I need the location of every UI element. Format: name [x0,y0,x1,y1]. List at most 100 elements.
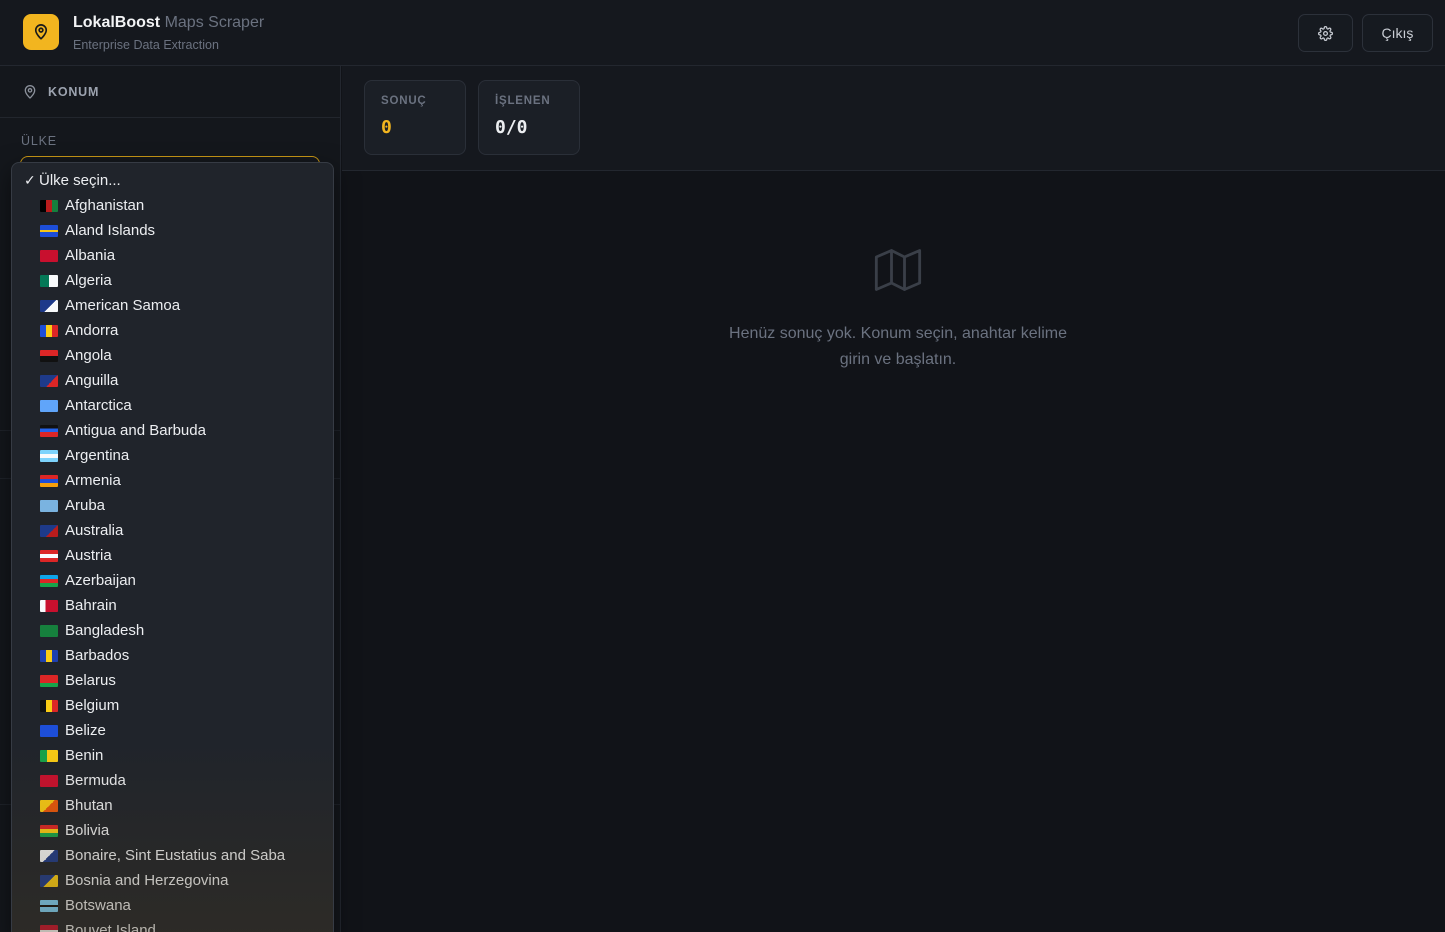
flag-icon [40,199,58,212]
country-option[interactable]: Australia [12,518,333,543]
country-option-label: American Samoa [65,297,181,314]
country-option[interactable]: Bolivia [12,818,333,843]
country-option-label: Australia [65,522,124,539]
country-option-label: Angola [65,347,112,364]
processed-value: 0/0 [495,117,528,138]
country-option-label: Andorra [65,322,119,339]
map-icon [874,249,922,291]
flag-icon [40,774,58,787]
country-option-label: Azerbaijan [65,572,136,589]
country-option[interactable]: Bhutan [12,793,333,818]
country-option[interactable]: Barbados [12,643,333,668]
brand-name: LokalBoost [73,14,161,31]
country-option[interactable]: Afghanistan [12,193,333,218]
country-option[interactable]: Andorra [12,318,333,343]
country-option[interactable]: Belgium [12,693,333,718]
country-option-label: Benin [65,747,104,764]
country-option[interactable]: Aruba [12,493,333,518]
country-option-label: Bhutan [65,797,113,814]
country-option[interactable]: Antigua and Barbuda [12,418,333,443]
country-option[interactable]: Botswana [12,893,333,918]
app-header: LokalBoost Maps Scraper Enterprise Data … [0,0,1445,66]
empty-state-message: Henüz sonuç yok. Konum seçin, anahtar ke… [700,321,1096,372]
flag-icon [40,624,58,637]
country-dropdown-list[interactable]: ✓ Ülke seçin... Afghanistan Aland Islands… [11,162,334,932]
brand-suffix: Maps Scraper [164,14,265,31]
country-option[interactable]: Bouvet Island [12,918,333,932]
flag-icon [40,449,58,462]
country-option[interactable]: Argentina [12,443,333,468]
country-option-label: Bangladesh [65,622,145,639]
map-pin-icon [34,24,48,40]
country-option-label: Bermuda [65,772,126,789]
location-section-header: KONUM [0,66,340,118]
country-option[interactable]: Algeria [12,268,333,293]
country-option[interactable]: Bonaire, Sint Eustatius and Saba [12,843,333,868]
country-option-label: Argentina [65,447,130,464]
app-logo [23,14,59,50]
country-option[interactable]: Bermuda [12,768,333,793]
logout-button[interactable]: Çıkış [1362,14,1433,52]
flag-icon [40,649,58,662]
country-option[interactable]: Aland Islands [12,218,333,243]
country-option-label: Belize [65,722,106,739]
app-tagline: Enterprise Data Extraction [73,38,219,52]
country-option[interactable]: Benin [12,743,333,768]
country-option-label: Anguilla [65,372,119,389]
country-option[interactable]: Armenia [12,468,333,493]
flag-icon [40,299,58,312]
flag-icon [40,224,58,237]
country-option-label: Afghanistan [65,197,145,214]
country-option[interactable]: Bahrain [12,593,333,618]
country-option-label: Aland Islands [65,222,156,239]
empty-state-line: girin ve başlatın. [839,350,957,368]
flag-icon [40,474,58,487]
country-option[interactable]: Bangladesh [12,618,333,643]
processed-label: İŞLENEN [495,95,551,107]
flag-icon [40,524,58,537]
country-option[interactable]: Angola [12,343,333,368]
country-option[interactable]: Albania [12,243,333,268]
flag-icon [40,849,58,862]
results-label: SONUÇ [381,95,427,107]
country-option-placeholder[interactable]: ✓ Ülke seçin... [12,168,333,193]
settings-button[interactable] [1298,14,1353,52]
country-option-label: Belgium [65,697,120,714]
country-option-label: Albania [65,247,116,264]
country-option-label: Austria [65,547,112,564]
flag-icon [40,249,58,262]
country-option[interactable]: Austria [12,543,333,568]
country-label: ÜLKE [21,134,57,148]
stats-bar: SONUÇ 0 İŞLENEN 0/0 [342,66,1445,171]
flag-icon [40,399,58,412]
flag-icon [40,549,58,562]
country-option-label: Barbados [65,647,130,664]
country-option-label: Aruba [65,497,106,514]
country-option[interactable]: Bosnia and Herzegovina [12,868,333,893]
country-option-label: Botswana [65,897,131,914]
country-option-label: Bolivia [65,822,110,839]
country-option[interactable]: Antarctica [12,393,333,418]
flag-icon [40,824,58,837]
country-option-label: Belarus [65,672,116,689]
flag-icon [40,899,58,912]
app-title: LokalBoost Maps Scraper [73,14,264,32]
location-section-title: KONUM [48,85,100,99]
empty-state-line: Henüz sonuç yok. Konum seçin, anahtar ke… [729,325,1067,342]
country-option-label: Ülke seçin... [39,172,121,189]
flag-icon [40,749,58,762]
country-option[interactable]: American Samoa [12,293,333,318]
flag-icon [40,924,58,932]
country-option[interactable]: Belize [12,718,333,743]
results-stat-card: SONUÇ 0 [364,80,466,155]
country-option-label: Antigua and Barbuda [65,422,206,439]
country-option[interactable]: Anguilla [12,368,333,393]
gear-icon [1318,25,1333,41]
country-option[interactable]: Belarus [12,668,333,693]
country-option[interactable]: Azerbaijan [12,568,333,593]
processed-stat-card: İŞLENEN 0/0 [478,80,580,155]
flag-icon [40,724,58,737]
flag-icon [40,599,58,612]
flag-icon [40,674,58,687]
flag-icon [40,424,58,437]
